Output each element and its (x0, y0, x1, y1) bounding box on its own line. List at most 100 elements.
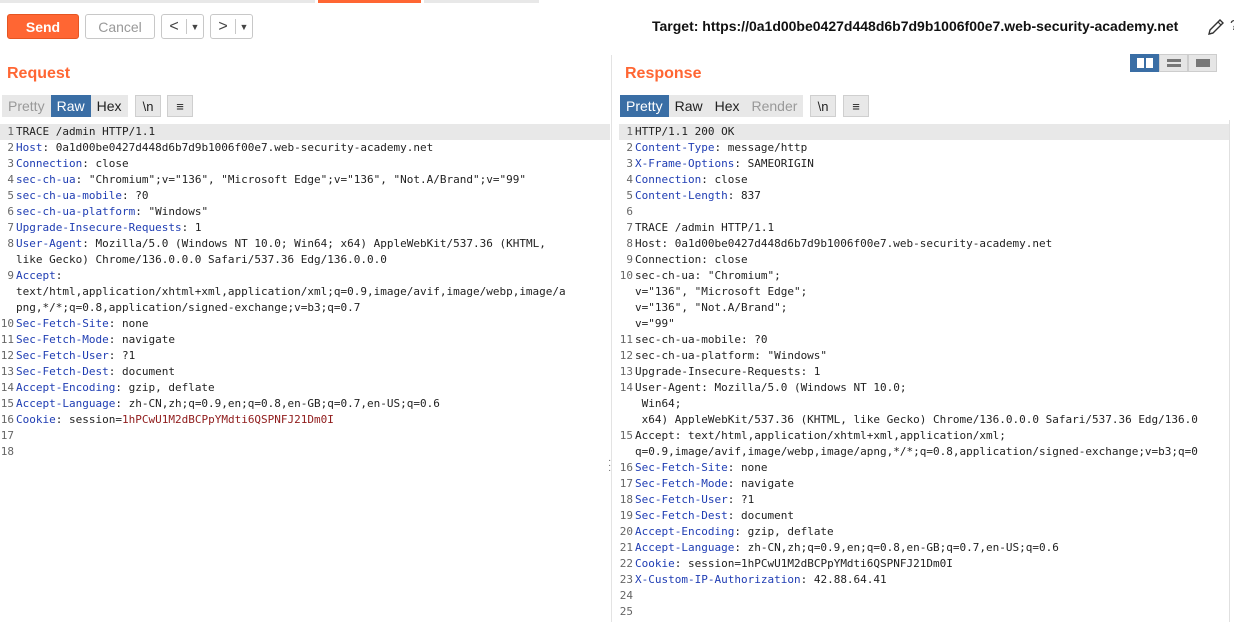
line-number: 8 (7, 237, 14, 250)
line-number: 15 (0, 397, 14, 410)
header-value: : close (82, 157, 129, 170)
response-line: 8 Host: 0a1d00be0427d448d6b7d9b1006f00e7.… (619, 236, 1229, 252)
response-line: 19 Sec-Fetch-Dest: document (619, 508, 1229, 524)
header-value: : close (701, 173, 748, 186)
header-value: : 0a1d00be0427d448d6b7d9b1006f00e7.web-s… (42, 141, 434, 154)
header-name: Sec-Fetch-User (635, 493, 728, 506)
line-number: 11 (0, 333, 14, 346)
request-tab-hex[interactable]: Hex (91, 95, 128, 117)
response-editor[interactable]: 1 HTTP/1.1 200 OK 2 Content-Type: message/h… (619, 124, 1229, 620)
request-editor[interactable]: 1 TRACE /admin HTTP/1.1 2 Host: 0a1d00be042… (0, 124, 610, 460)
drag-handle-icon[interactable]: · · · (608, 456, 614, 476)
request-line: 1 TRACE /admin HTTP/1.1 (0, 124, 610, 140)
line-number: 12 (0, 349, 14, 362)
header-value: : zh-CN,zh;q=0.9,en;q=0.8,en-GB;q=0.7,en… (115, 397, 440, 410)
header-name: X-Frame-Options (635, 157, 735, 170)
line-text: text/html,application/xhtml+xml,applicat… (16, 285, 566, 298)
header-value: : zh-CN,zh;q=0.9,en;q=0.8,en-GB;q=0.7,en… (734, 541, 1059, 554)
split-vertical-layout-icon[interactable] (1159, 54, 1188, 72)
request-tab-pretty[interactable]: Pretty (2, 95, 51, 117)
line-number: 8 (626, 237, 633, 250)
response-line: 3 X-Frame-Options: SAMEORIGIN (619, 156, 1229, 172)
request-line: 5 sec-ch-ua-mobile: ?0 (0, 188, 610, 204)
header-value: : none (108, 317, 149, 330)
send-button[interactable]: Send (7, 14, 79, 39)
split-horizontal-layout-icon[interactable] (1130, 54, 1159, 72)
back-dropdown-icon[interactable]: ▼ (187, 15, 203, 38)
line-number: 13 (0, 365, 14, 378)
header-name: sec-ch-ua-platform (16, 205, 136, 218)
response-line: q=0.9,image/avif,image/webp,image/apng,*… (619, 444, 1229, 460)
header-name: Host (16, 141, 43, 154)
response-line: v="136", "Microsoft Edge"; (619, 284, 1229, 300)
cookie-value: 1hPCwU1M2dBCPpYMdti6QSPNFJ21Dm0I (121, 413, 334, 426)
forward-dropdown-icon[interactable]: ▼ (236, 15, 252, 38)
request-line: 11 Sec-Fetch-Mode: navigate (0, 332, 610, 348)
response-tab-render[interactable]: Render (746, 95, 804, 117)
request-line: 9 Accept: (0, 268, 610, 284)
header-name: User-Agent (16, 237, 83, 250)
request-line: 10 Sec-Fetch-Site: none (0, 316, 610, 332)
line-number: 6 (626, 205, 633, 218)
response-tab-pretty[interactable]: Pretty (620, 95, 669, 117)
cancel-button[interactable]: Cancel (85, 14, 155, 39)
header-name: Sec-Fetch-Dest (635, 509, 728, 522)
response-line: 1 HTTP/1.1 200 OK (619, 124, 1229, 140)
response-line: 21 Accept-Language: zh-CN,zh;q=0.9,en;q=0… (619, 540, 1229, 556)
target-url: Target: https://0a1d00be0427d448d6b7d9b1… (652, 18, 1179, 34)
header-value: : document (108, 365, 175, 378)
request-line: 17 (0, 428, 610, 444)
edit-target-pencil-icon[interactable] (1206, 17, 1226, 37)
header-value: : session=1hPCwU1M2dBCPpYMdti6QSPNFJ21Dm… (674, 557, 953, 570)
line-text: User-Agent: Mozilla/5.0 (Windows NT 10.0… (635, 381, 907, 394)
line-text: sec-ch-ua-mobile: ?0 (635, 333, 768, 346)
request-line: 13 Sec-Fetch-Dest: document (0, 364, 610, 380)
header-name: Connection (16, 157, 83, 170)
request-tab-raw[interactable]: Raw (50, 95, 91, 117)
response-line: 17 Sec-Fetch-Mode: navigate (619, 476, 1229, 492)
pane-divider[interactable] (611, 55, 612, 622)
line-number: 9 (7, 269, 14, 282)
line-number: 18 (0, 445, 14, 458)
header-name: Cookie (16, 413, 56, 426)
line-number: 10 (0, 317, 14, 330)
response-line: 16 Sec-Fetch-Site: none (619, 460, 1229, 476)
line-text: Upgrade-Insecure-Requests: 1 (635, 365, 821, 378)
line-number: 23 (619, 573, 633, 586)
response-tab-raw[interactable]: Raw (669, 95, 709, 117)
header-value: : 1 (181, 221, 202, 234)
forward-nav-group: > ▼ (210, 14, 253, 39)
request-line: 15 Accept-Language: zh-CN,zh;q=0.9,en;q=0… (0, 396, 610, 412)
response-menu-icon[interactable]: ≡ (843, 95, 869, 117)
response-line: 24 (619, 588, 1229, 604)
line-number: 21 (619, 541, 633, 554)
header-name: sec-ch-ua (16, 173, 76, 186)
line-number: 9 (626, 253, 633, 266)
response-tab-hex[interactable]: Hex (709, 95, 746, 117)
line-number: 12 (619, 349, 633, 362)
request-newline-toggle[interactable]: \n (135, 95, 161, 117)
help-icon[interactable]: ? (1230, 17, 1234, 37)
line-number: 7 (626, 221, 633, 234)
back-arrow-icon[interactable]: < (162, 15, 186, 38)
line-text: v="136", "Not.A/Brand"; (635, 301, 788, 314)
header-value: : ?0 (121, 189, 149, 202)
line-number: 5 (7, 189, 14, 202)
request-view-tabs: Pretty Raw Hex (2, 95, 128, 117)
request-menu-icon[interactable]: ≡ (167, 95, 193, 117)
request-line: 4 sec-ch-ua: "Chromium";v="136", "Microso… (0, 172, 610, 188)
request-line: 12 Sec-Fetch-User: ?1 (0, 348, 610, 364)
response-newline-toggle[interactable]: \n (810, 95, 836, 117)
header-value: : Mozilla/5.0 (Windows NT 10.0; Win64; x… (82, 237, 546, 250)
response-line: 10 sec-ch-ua: "Chromium"; (619, 268, 1229, 284)
line-text: TRACE /admin HTTP/1.1 (635, 221, 775, 234)
single-pane-layout-icon[interactable] (1188, 54, 1217, 72)
header-value: : message/http (714, 141, 808, 154)
line-number: 7 (7, 221, 14, 234)
response-line: v="99" (619, 316, 1229, 332)
line-number: 4 (7, 173, 14, 186)
response-title: Response (625, 65, 702, 82)
request-title: Request (7, 65, 71, 82)
line-text: x64) AppleWebKit/537.36 (KHTML, like Gec… (635, 413, 1198, 426)
forward-arrow-icon[interactable]: > (211, 15, 235, 38)
